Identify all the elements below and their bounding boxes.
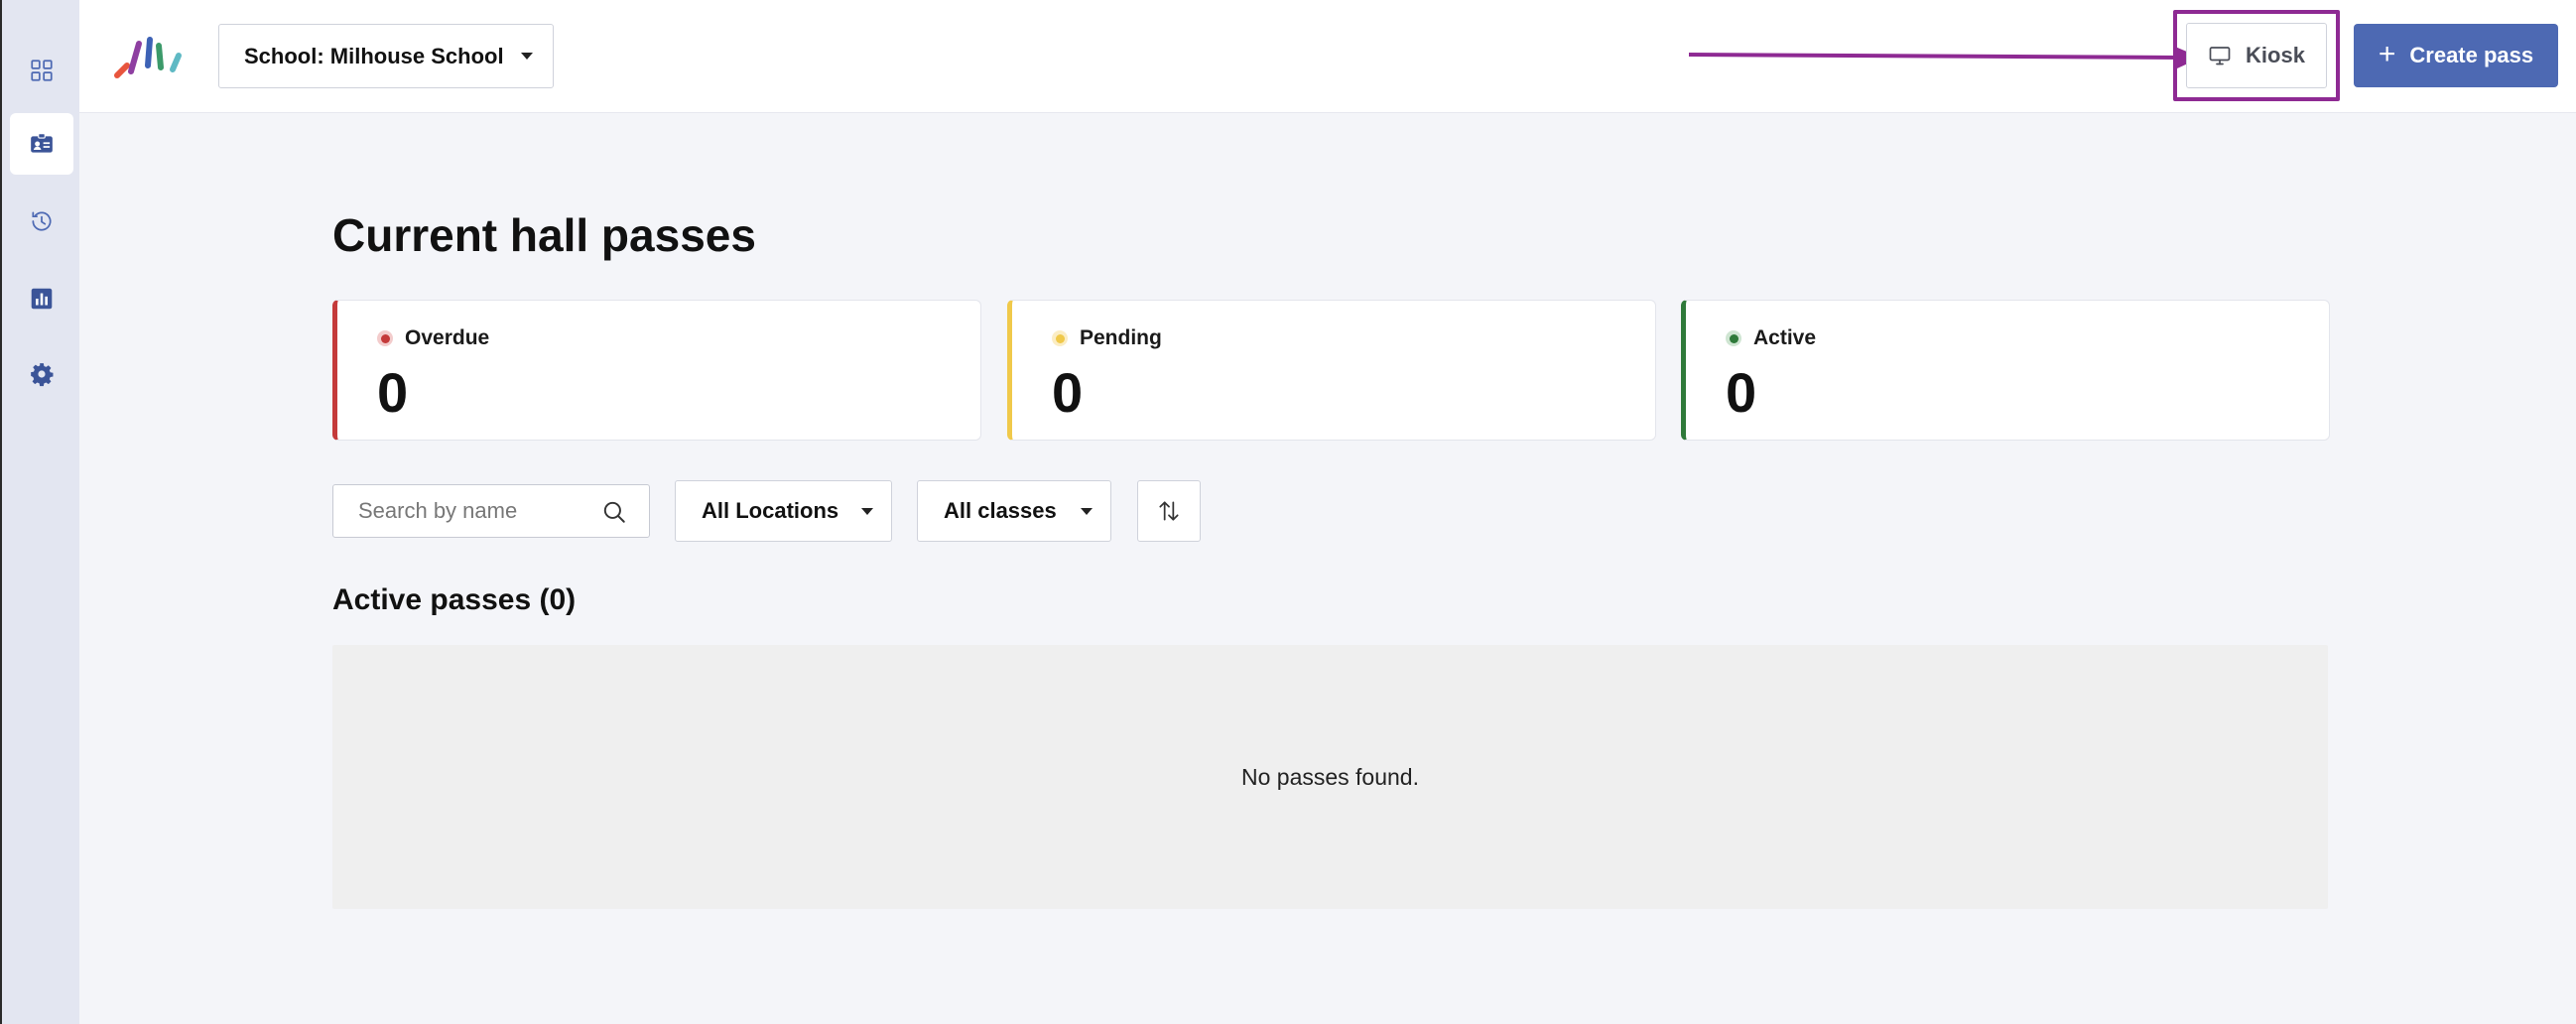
status-dot-overdue (377, 330, 393, 346)
school-select[interactable]: School: Milhouse School (218, 24, 554, 88)
bar-chart-icon (31, 288, 53, 310)
create-pass-button[interactable]: + Create pass (2354, 24, 2558, 87)
sidebar-item-hall-passes[interactable] (10, 113, 73, 175)
create-pass-label: Create pass (2409, 43, 2534, 67)
stat-value: 0 (1052, 361, 1084, 424)
passes-list-empty: No passes found. (332, 645, 2328, 909)
stat-label: Active (1753, 326, 1817, 349)
active-passes-heading: Active passes (0) (332, 583, 577, 616)
search-field (332, 484, 650, 538)
sidebar-item-dashboard[interactable] (10, 40, 73, 101)
app-logo (114, 37, 182, 78)
stat-card-pending: Pending 0 (1007, 300, 1656, 441)
kiosk-button[interactable]: Kiosk (2186, 23, 2327, 88)
top-header: School: Milhouse School Kiosk + Create p… (79, 0, 2576, 113)
chevron-down-icon (521, 53, 533, 60)
dashboard-grid-icon (31, 60, 53, 81)
history-icon (32, 211, 52, 231)
page-title: Current hall passes (332, 209, 756, 261)
stat-label: Overdue (405, 326, 490, 349)
plus-icon: + (2378, 38, 2396, 70)
sort-button[interactable] (1137, 480, 1201, 542)
chevron-down-icon (1081, 508, 1093, 515)
status-dot-pending (1052, 330, 1068, 346)
monitor-icon (2209, 47, 2231, 65)
locations-dropdown-label: All Locations (702, 498, 839, 523)
sidebar-item-reports[interactable] (10, 268, 73, 329)
sidebar-item-history[interactable] (10, 191, 73, 252)
search-input[interactable] (333, 498, 581, 524)
classes-dropdown-label: All classes (944, 498, 1057, 523)
sidebar (0, 0, 79, 1024)
gear-icon (31, 363, 54, 387)
stat-card-overdue: Overdue 0 (332, 300, 981, 441)
stat-label: Pending (1080, 326, 1162, 349)
school-select-label: School: Milhouse School (244, 43, 504, 68)
status-dot-active (1726, 330, 1741, 346)
annotation-arrow (1688, 47, 2201, 68)
chevron-down-icon (861, 508, 873, 515)
stat-value: 0 (377, 361, 409, 424)
stat-value: 0 (1726, 361, 1757, 424)
sidebar-item-settings[interactable] (10, 343, 73, 405)
empty-message: No passes found. (1240, 763, 1419, 790)
stat-card-active: Active 0 (1681, 300, 2330, 441)
id-card-icon (31, 133, 53, 153)
classes-dropdown[interactable]: All classes (917, 480, 1111, 542)
search-icon[interactable] (601, 499, 627, 525)
locations-dropdown[interactable]: All Locations (675, 480, 892, 542)
kiosk-label: Kiosk (2246, 43, 2305, 67)
sort-arrows-icon (1159, 501, 1179, 521)
